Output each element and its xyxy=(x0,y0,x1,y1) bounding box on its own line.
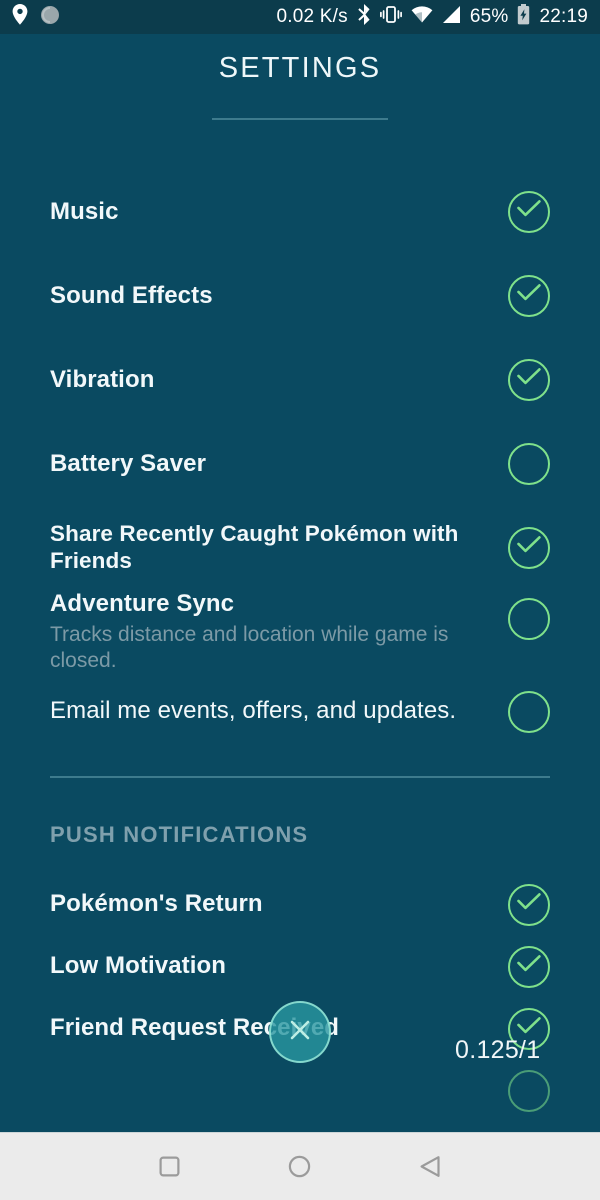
toggle-partially-visible[interactable] xyxy=(508,1070,550,1112)
push-row-pokemon-return[interactable]: Pokémon's Return xyxy=(0,874,600,936)
toggle-sound-effects[interactable] xyxy=(508,275,550,317)
setting-label: Friend Request Received xyxy=(50,1014,486,1042)
push-notifications-heading: PUSH NOTIFICATIONS xyxy=(0,778,600,848)
setting-row-adventure-sync[interactable]: Adventure Sync Tracks distance and locat… xyxy=(0,590,600,674)
toggle-battery-saver[interactable] xyxy=(508,443,550,485)
title-divider xyxy=(212,118,388,120)
toggle-low-motivation[interactable] xyxy=(508,946,550,988)
row-labels: Pokémon's Return xyxy=(50,890,508,918)
setting-label: Battery Saver xyxy=(50,450,486,478)
recording-speed-indicator: 0.125/1 xyxy=(455,1036,541,1065)
setting-row-music[interactable]: Music xyxy=(0,170,600,254)
cellular-signal-icon xyxy=(442,6,461,28)
location-pin-icon xyxy=(12,4,28,30)
sync-circle-icon xyxy=(40,5,60,30)
push-row-partially-visible[interactable] xyxy=(0,1060,600,1122)
setting-sublabel: Tracks distance and location while game … xyxy=(50,622,486,673)
row-labels: Sound Effects xyxy=(50,282,508,310)
checkmark-icon xyxy=(517,536,541,559)
checkmark-icon xyxy=(517,892,541,915)
status-bar-left xyxy=(12,4,60,30)
setting-label: Music xyxy=(50,198,486,226)
push-row-low-motivation[interactable]: Low Motivation xyxy=(0,936,600,998)
page-title: SETTINGS xyxy=(0,52,600,85)
wifi-icon xyxy=(411,6,433,28)
row-labels: Share Recently Caught Pokémon with Frien… xyxy=(50,521,508,574)
floating-close-button[interactable] xyxy=(269,1001,331,1063)
setting-label: Vibration xyxy=(50,366,486,394)
status-bar-right: 0.02 K/s 65% 22:19 xyxy=(277,4,589,30)
setting-label: Share Recently Caught Pokémon with Frien… xyxy=(50,521,486,574)
setting-label: Low Motivation xyxy=(50,952,486,980)
setting-row-email-updates[interactable]: Email me events, offers, and updates. xyxy=(0,674,600,750)
setting-row-sound-effects[interactable]: Sound Effects xyxy=(0,254,600,338)
android-navigation-bar xyxy=(0,1132,600,1200)
checkmark-icon xyxy=(517,368,541,391)
close-x-icon xyxy=(287,1017,313,1048)
square-recents-icon[interactable] xyxy=(159,1156,180,1177)
row-labels: Low Motivation xyxy=(50,952,508,980)
row-labels: Email me events, offers, and updates. xyxy=(50,697,508,725)
toggle-music[interactable] xyxy=(508,191,550,233)
battery-percent: 65% xyxy=(470,6,509,28)
vibrate-icon xyxy=(380,5,402,29)
toggle-email-updates[interactable] xyxy=(508,691,550,733)
toggle-share-recently-caught[interactable] xyxy=(508,527,550,569)
checkmark-icon xyxy=(517,954,541,977)
row-labels: Battery Saver xyxy=(50,450,508,478)
setting-label: Sound Effects xyxy=(50,282,486,310)
setting-label: Email me events, offers, and updates. xyxy=(50,697,486,725)
bluetooth-icon xyxy=(357,4,371,30)
row-labels: Music xyxy=(50,198,508,226)
setting-row-battery-saver[interactable]: Battery Saver xyxy=(0,422,600,506)
clock: 22:19 xyxy=(539,6,588,28)
settings-list: Music Sound Effects Vibration xyxy=(0,170,600,1122)
setting-label: Pokémon's Return xyxy=(50,890,486,918)
row-labels: Adventure Sync Tracks distance and locat… xyxy=(50,590,508,674)
checkmark-icon xyxy=(517,284,541,307)
toggle-adventure-sync[interactable] xyxy=(508,598,550,640)
phone-screen: 0.02 K/s 65% 22:19 SETTINGS xyxy=(0,0,600,1200)
setting-row-share-recently-caught[interactable]: Share Recently Caught Pokémon with Frien… xyxy=(0,506,600,590)
triangle-back-icon[interactable] xyxy=(419,1155,441,1178)
network-speed: 0.02 K/s xyxy=(277,6,348,28)
checkmark-icon xyxy=(517,200,541,223)
setting-row-vibration[interactable]: Vibration xyxy=(0,338,600,422)
toggle-pokemon-return[interactable] xyxy=(508,884,550,926)
row-labels: Vibration xyxy=(50,366,508,394)
status-bar: 0.02 K/s 65% 22:19 xyxy=(0,0,600,34)
toggle-vibration[interactable] xyxy=(508,359,550,401)
setting-label: Adventure Sync xyxy=(50,590,486,618)
battery-charging-icon xyxy=(517,4,530,30)
circle-home-icon[interactable] xyxy=(288,1155,311,1178)
